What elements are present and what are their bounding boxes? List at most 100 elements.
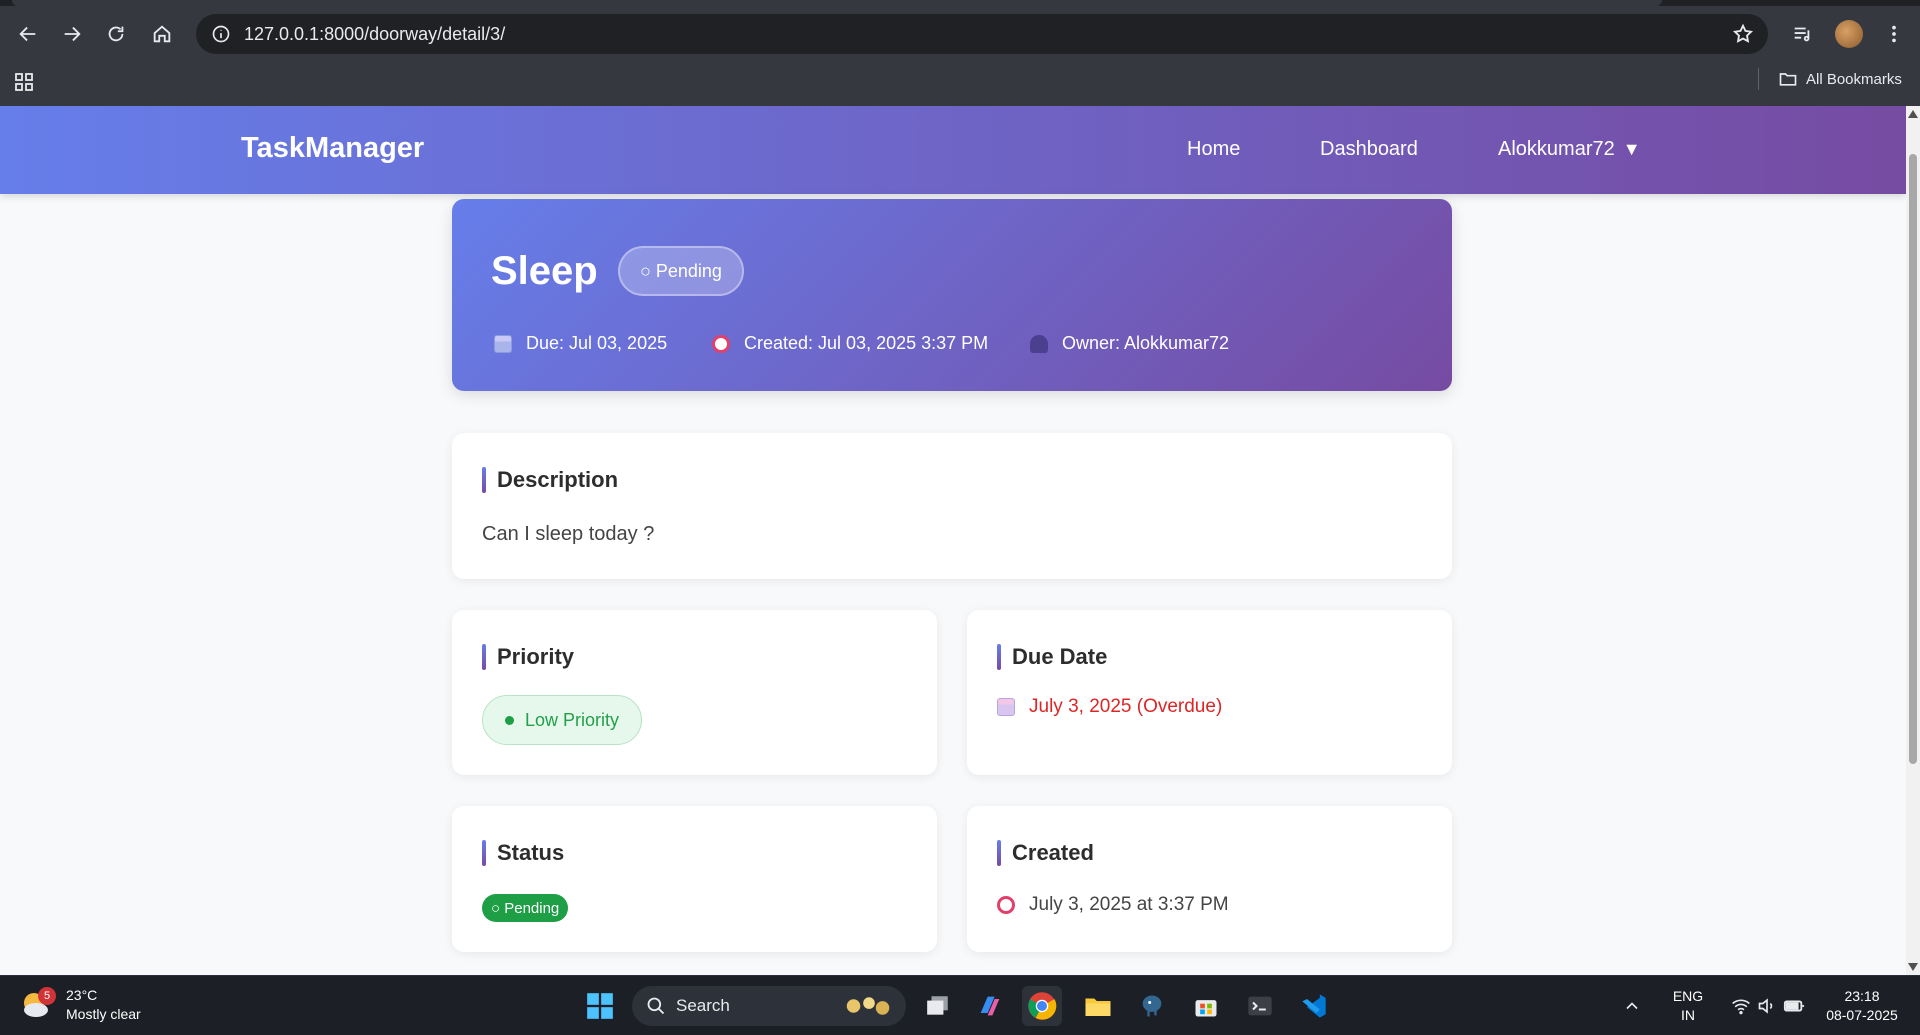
brand-logo[interactable]: TaskManager	[241, 132, 424, 165]
volume-icon	[1758, 998, 1773, 1014]
user-silhouette-icon	[1030, 334, 1048, 353]
postgres-elephant-icon	[1142, 995, 1162, 1017]
priority-card: Priority Low Priority	[452, 610, 937, 775]
green-dot-icon	[505, 715, 514, 725]
created-text: July 3, 2025 at 3:37 PM	[1029, 894, 1229, 915]
description-heading-text: Description	[497, 467, 619, 492]
task-view-button[interactable]	[918, 986, 958, 1026]
bookmark-star-icon[interactable]	[1732, 23, 1754, 45]
weather-widget[interactable]: 5 23°C Mostly clear	[20, 986, 141, 1024]
status-small-badge: ○ Pending	[482, 894, 569, 922]
language-indicator[interactable]: ENG IN	[1666, 987, 1710, 1025]
status-heading: Status	[482, 840, 564, 866]
weather-moon-cloud-icon: 5	[20, 987, 56, 1021]
terminal-button[interactable]	[1240, 986, 1280, 1026]
tab-strip	[0, 0, 1920, 6]
due-date-text: July 3, 2025 (Overdue)	[1029, 696, 1223, 717]
media-controls-button[interactable]	[1786, 18, 1818, 50]
forward-button[interactable]	[56, 18, 88, 50]
active-tab[interactable]	[12, 0, 1662, 6]
windows-logo-icon	[587, 993, 613, 1019]
all-bookmarks-button[interactable]: All Bookmarks	[1778, 69, 1902, 89]
apps-grid-icon[interactable]	[14, 72, 34, 92]
task-title: Sleep	[491, 249, 598, 293]
heading-accent-bar	[482, 840, 486, 866]
file-explorer-button[interactable]	[1078, 986, 1118, 1026]
scroll-down-arrow-icon[interactable]	[1908, 963, 1918, 971]
page-scrollbar[interactable]	[1906, 106, 1920, 975]
quick-settings-button[interactable]	[1718, 986, 1818, 1026]
copilot-button[interactable]	[970, 986, 1010, 1026]
folder-icon	[1779, 73, 1797, 86]
arrow-left-icon	[19, 26, 36, 42]
status-heading-text: Status	[497, 840, 565, 865]
due-date-heading-text: Due Date	[1012, 644, 1108, 669]
kebab-menu-icon	[1892, 25, 1896, 43]
weather-desc: Mostly clear	[66, 1006, 141, 1022]
page-viewport: TaskManager Home Dashboard Alokkumar72 ▼ …	[0, 106, 1906, 975]
nav-link-home[interactable]: Home	[1187, 138, 1240, 161]
url-text[interactable]: 127.0.0.1:8000/doorway/detail/3/	[244, 24, 505, 45]
vscode-button[interactable]	[1294, 986, 1334, 1026]
description-card: Description Can I sleep today ?	[452, 433, 1452, 579]
start-button[interactable]	[580, 986, 620, 1026]
wifi-icon	[1732, 999, 1750, 1015]
due-date-card: Due Date July 3, 2025 (Overdue)	[967, 610, 1452, 775]
battery-icon	[1783, 1000, 1805, 1012]
chrome-taskbar-button[interactable]	[1022, 986, 1062, 1026]
description-text: Can I sleep today ?	[482, 523, 655, 545]
clock[interactable]: 23:18 08-07-2025	[1818, 987, 1906, 1025]
profile-avatar[interactable]	[1835, 20, 1863, 48]
folder-icon	[1085, 998, 1111, 1016]
all-bookmarks-label: All Bookmarks	[1806, 70, 1902, 88]
meta-owner: Owner: Alokkumar72	[1030, 333, 1229, 354]
store-button[interactable]	[1186, 986, 1226, 1026]
priority-heading-text: Priority	[497, 644, 575, 669]
reload-icon	[108, 26, 124, 42]
task-header-card: Sleep ○ Pending Due: Jul 03, 2025 Create…	[452, 199, 1452, 391]
search-highlight-icon	[846, 997, 890, 1015]
chrome-icon	[1028, 992, 1057, 1020]
created-card: Created July 3, 2025 at 3:37 PM	[967, 806, 1452, 952]
alarm-clock-icon	[997, 896, 1015, 914]
due-date-heading: Due Date	[997, 644, 1107, 670]
copilot-icon	[980, 996, 1000, 1016]
clock-date: 08-07-2025	[1826, 1007, 1898, 1023]
meta-created-text: Created: Jul 03, 2025 3:37 PM	[744, 333, 989, 353]
home-button[interactable]	[146, 18, 178, 50]
user-menu-dropdown[interactable]: Alokkumar72 ▼	[1498, 138, 1641, 161]
alarm-clock-icon	[712, 334, 730, 353]
task-view-icon	[927, 996, 948, 1015]
created-value: July 3, 2025 at 3:37 PM	[997, 894, 1229, 916]
priority-heading: Priority	[482, 644, 574, 670]
priority-badge-text: Low Priority	[525, 709, 620, 730]
arrow-right-icon	[64, 26, 81, 42]
heading-accent-bar	[997, 644, 1001, 670]
meta-owner-text: Owner: Alokkumar72	[1062, 333, 1230, 353]
created-heading: Created	[997, 840, 1094, 866]
user-menu-label: Alokkumar72	[1498, 138, 1615, 160]
windows-taskbar: 5 23°C Mostly clear Search ENG IN 23:18 …	[0, 975, 1920, 1035]
bookmarks-separator	[1758, 68, 1759, 90]
scroll-up-arrow-icon[interactable]	[1908, 110, 1918, 118]
search-icon	[647, 997, 665, 1015]
taskbar-search[interactable]: Search	[632, 986, 906, 1026]
heading-accent-bar	[482, 644, 486, 670]
app-navbar: TaskManager Home Dashboard Alokkumar72 ▼	[0, 106, 1906, 194]
heading-accent-bar	[482, 467, 486, 493]
weather-temp: 23°C	[66, 987, 98, 1003]
scrollbar-thumb[interactable]	[1909, 154, 1917, 764]
priority-badge: Low Priority	[482, 695, 643, 745]
reload-button[interactable]	[100, 18, 132, 50]
meta-due: Due: Jul 03, 2025	[494, 333, 667, 354]
chrome-menu-button[interactable]	[1878, 18, 1910, 50]
nav-link-dashboard[interactable]: Dashboard	[1320, 138, 1418, 161]
meta-due-text: Due: Jul 03, 2025	[526, 333, 668, 353]
site-info-icon[interactable]	[210, 23, 232, 45]
back-button[interactable]	[12, 18, 44, 50]
created-heading-text: Created	[1012, 840, 1094, 865]
show-hidden-icons-button[interactable]	[1612, 986, 1652, 1026]
language-code: ENG	[1672, 988, 1704, 1004]
postgres-button[interactable]	[1132, 986, 1172, 1026]
address-bar[interactable]: 127.0.0.1:8000/doorway/detail/3/	[196, 14, 1768, 54]
